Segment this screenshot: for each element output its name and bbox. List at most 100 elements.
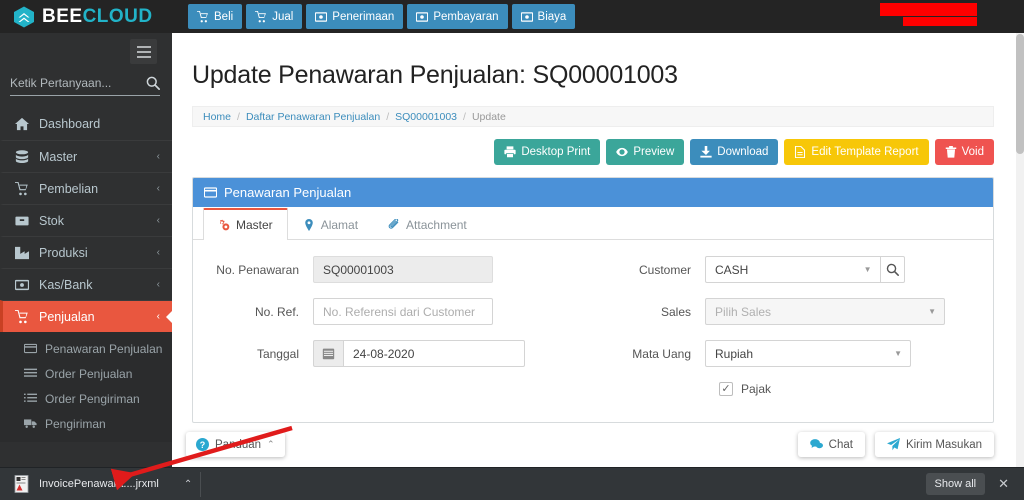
nav-button-beli[interactable]: Beli [188, 4, 242, 29]
breadcrumb: Home / Daftar Penawaran Penjualan / SQ00… [192, 106, 994, 127]
money-icon [14, 277, 29, 292]
trash-icon [945, 146, 957, 158]
sidebar-item-pembelian[interactable]: Pembelian ‹ [0, 172, 172, 204]
master-form: No. Penawaran SQ00001003 No. Ref. No. Re… [193, 240, 993, 422]
download-icon [700, 146, 712, 158]
money-icon [416, 11, 428, 23]
sidebar-item-kas-bank-label: Kas/Bank [39, 278, 93, 292]
breadcrumb-home[interactable]: Home [203, 111, 231, 123]
sidebar-item-pengiriman[interactable]: Pengiriman [0, 411, 172, 436]
sidebar-toggle-row [0, 33, 172, 70]
download-button[interactable]: Download [690, 139, 778, 165]
list-icon [24, 367, 37, 380]
panel-header: Penawaran Penjualan [193, 178, 993, 207]
brand-cloud: CLOUD [83, 6, 153, 27]
download-item[interactable]: InvoicePenawara....jrxml ⌃ [10, 472, 201, 497]
redaction-box-bottom [903, 17, 977, 26]
close-icon[interactable]: ✕ [995, 476, 1012, 492]
nav-button-penerimaan[interactable]: Penerimaan [306, 4, 403, 29]
app-root: BEECLOUD Beli Jual Penerimaan [0, 0, 1024, 500]
chevron-up-icon[interactable]: ⌃ [184, 479, 192, 490]
breadcrumb-separator: / [386, 111, 389, 123]
eye-icon [616, 146, 628, 158]
nav-button-pembayaran[interactable]: Pembayaran [407, 4, 507, 29]
sidebar-item-master-label: Master [39, 150, 77, 164]
customer-select[interactable]: CASH ▼ [705, 256, 881, 283]
sidebar-item-dashboard[interactable]: Dashboard [0, 108, 172, 140]
mata-uang-select[interactable]: Rupiah ▼ [705, 340, 911, 367]
page-scrollbar-thumb[interactable] [1016, 34, 1024, 154]
nav-button-biaya[interactable]: Biaya [512, 4, 576, 29]
no-ref-input[interactable]: No. Referensi dari Customer [313, 298, 493, 325]
preview-button[interactable]: Preview [606, 139, 684, 165]
sidebar-item-order-pengiriman[interactable]: Order Pengiriman [0, 386, 172, 411]
tab-alamat-label: Alamat [321, 218, 358, 232]
printer-icon [504, 146, 516, 158]
tab-alamat[interactable]: Alamat [288, 208, 373, 240]
sidebar-item-penawaran-penjualan[interactable]: Penawaran Penjualan [0, 336, 172, 361]
show-all-downloads-button[interactable]: Show all [926, 473, 986, 495]
search-input[interactable] [10, 76, 130, 90]
breadcrumb-sq00001003[interactable]: SQ00001003 [395, 111, 457, 123]
preview-label: Preview [633, 146, 674, 158]
hamburger-menu-icon[interactable] [130, 39, 157, 64]
redaction-box-top [880, 3, 977, 16]
sidebar-subitem-label: Order Penjualan [45, 367, 132, 381]
sidebar-item-stok[interactable]: Stok ‹ [0, 204, 172, 236]
download-label: Download [717, 146, 768, 158]
void-button[interactable]: Void [935, 139, 994, 165]
edit-template-report-button[interactable]: Edit Template Report [784, 139, 928, 165]
field-row-tanggal: Tanggal 24-08-2020 [193, 340, 593, 367]
page-title: Update Penawaran Penjualan: SQ00001003 [172, 33, 1016, 90]
chat-button[interactable]: Chat [798, 432, 865, 457]
kirim-masukan-label: Kirim Masukan [906, 439, 982, 451]
sidebar-item-dashboard-label: Dashboard [39, 117, 100, 131]
pajak-checkbox[interactable]: ✓ [719, 382, 733, 396]
breadcrumb-daftar-penawaran-penjualan[interactable]: Daftar Penawaran Penjualan [246, 111, 380, 123]
money-icon [521, 11, 533, 23]
search-icon[interactable] [146, 76, 160, 90]
ordered-list-icon [24, 392, 37, 405]
sales-select[interactable]: Pilih Sales ▼ [705, 298, 945, 325]
sidebar-item-order-penjualan[interactable]: Order Penjualan [0, 361, 172, 386]
top-navbar: BEECLOUD Beli Jual Penerimaan [0, 0, 1024, 33]
card-icon [24, 342, 37, 355]
sidebar-menu: Dashboard Master ‹ Pembelian ‹ [0, 108, 172, 442]
sidebar-search[interactable] [10, 70, 160, 96]
sales-select-placeholder: Pilih Sales [715, 305, 771, 319]
nav-button-penerimaan-label: Penerimaan [332, 11, 394, 23]
customer-search-button[interactable] [881, 256, 905, 283]
box-icon [14, 213, 29, 228]
tab-master[interactable]: Master [203, 208, 288, 240]
nav-button-jual[interactable]: Jual [246, 4, 302, 29]
tab-attachment[interactable]: Attachment [373, 208, 482, 240]
bottom-right-widgets: Chat Kirim Masukan [798, 432, 994, 457]
file-icon [794, 146, 806, 158]
sidebar-item-penjualan[interactable]: Penjualan ‹ [0, 300, 172, 332]
sales-label: Sales [593, 305, 705, 319]
no-penawaran-label: No. Penawaran [193, 263, 313, 277]
chevron-left-icon: ‹ [157, 215, 160, 226]
breadcrumb-separator: / [237, 111, 240, 123]
chevron-left-icon: ‹ [157, 151, 160, 162]
mata-uang-label: Mata Uang [593, 347, 705, 361]
kirim-masukan-button[interactable]: Kirim Masukan [875, 432, 994, 457]
void-label: Void [962, 146, 984, 158]
pajak-label: Pajak [741, 382, 771, 396]
edit-template-report-label: Edit Template Report [811, 146, 918, 158]
chevron-down-icon: ▼ [894, 349, 902, 358]
sidebar-item-produksi[interactable]: Produksi ‹ [0, 236, 172, 268]
calendar-icon[interactable] [313, 340, 343, 367]
tanggal-input[interactable]: 24-08-2020 [343, 340, 525, 367]
sidebar-item-kas-bank[interactable]: Kas/Bank ‹ [0, 268, 172, 300]
brand-logo-area[interactable]: BEECLOUD [0, 0, 180, 33]
desktop-print-button[interactable]: Desktop Print [494, 139, 600, 165]
tanggal-label: Tanggal [193, 347, 313, 361]
download-file-name: InvoicePenawara....jrxml [39, 478, 159, 490]
panduan-widget[interactable]: ? Panduan ⌃ [186, 432, 285, 457]
card-icon [204, 186, 217, 199]
download-bar-right: Show all ✕ [926, 473, 1024, 495]
mata-uang-select-value: Rupiah [715, 347, 753, 361]
nav-button-jual-label: Jual [272, 11, 293, 23]
sidebar-item-master[interactable]: Master ‹ [0, 140, 172, 172]
